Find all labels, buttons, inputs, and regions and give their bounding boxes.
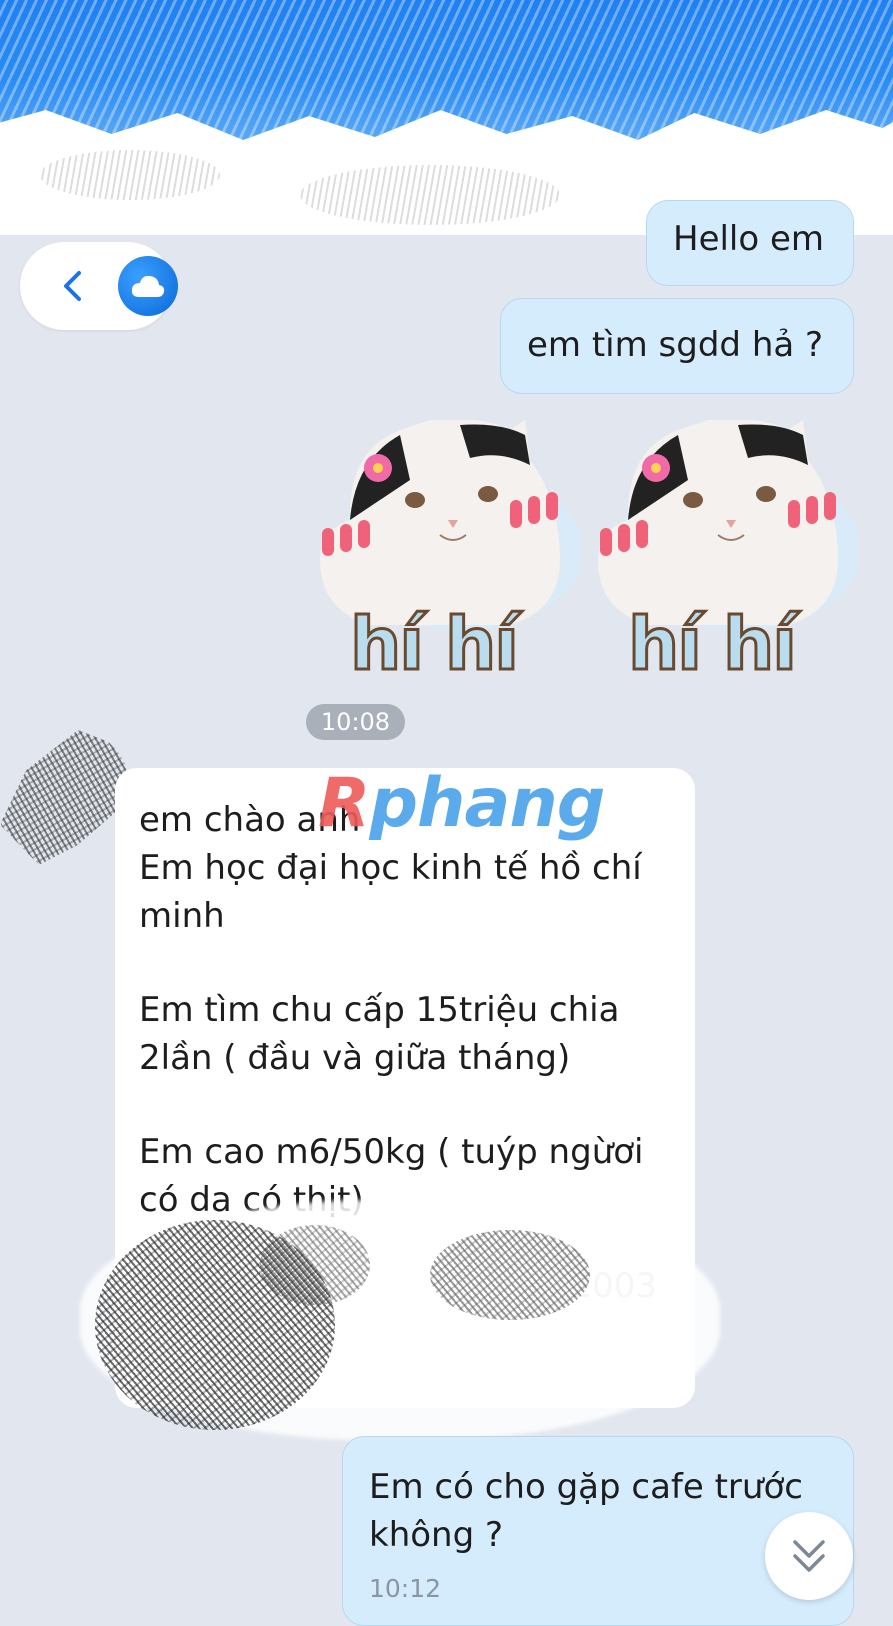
message-text: Em tìm chu cấp 15triệu chia 2lần ( đầu v… — [139, 990, 620, 1078]
cat-sticker[interactable]: hí hí — [588, 418, 862, 690]
cat-face-image — [598, 418, 862, 630]
watermark-logo: Rphang — [318, 764, 605, 843]
cloud-icon — [118, 256, 178, 316]
sticker-caption: hí hí — [627, 601, 799, 688]
blue-scribble — [0, 0, 893, 140]
message-outgoing-hello[interactable]: Hello em — [646, 200, 854, 286]
double-chevron-down-icon — [793, 1540, 825, 1572]
cat-face-image — [320, 418, 584, 630]
watermark-prefix: R — [318, 764, 370, 843]
message-outgoing-sgdd[interactable]: em tìm sgdd hả ? — [500, 298, 854, 394]
chevron-left-icon — [64, 271, 81, 301]
scribble-wisp — [300, 165, 560, 225]
timestamp-divider: 10:08 — [306, 704, 405, 740]
scroll-to-bottom-button[interactable] — [765, 1512, 853, 1600]
redaction-scribble — [430, 1230, 590, 1320]
watermark-text: phang — [369, 764, 605, 843]
message-text: Hello em — [673, 219, 825, 259]
avatar[interactable] — [0, 730, 130, 865]
sticker-caption: hí hí — [349, 601, 521, 688]
message-timestamp: 10:12 — [369, 1574, 442, 1603]
message-text: em tìm sgdd hả ? — [527, 325, 824, 365]
back-button[interactable] — [20, 242, 178, 330]
cat-sticker[interactable]: hí hí — [310, 418, 584, 690]
message-text: Em có cho gặp cafe trước không ? — [369, 1467, 803, 1555]
redaction-scribble — [260, 1225, 370, 1305]
scribble-wisp — [40, 150, 220, 200]
